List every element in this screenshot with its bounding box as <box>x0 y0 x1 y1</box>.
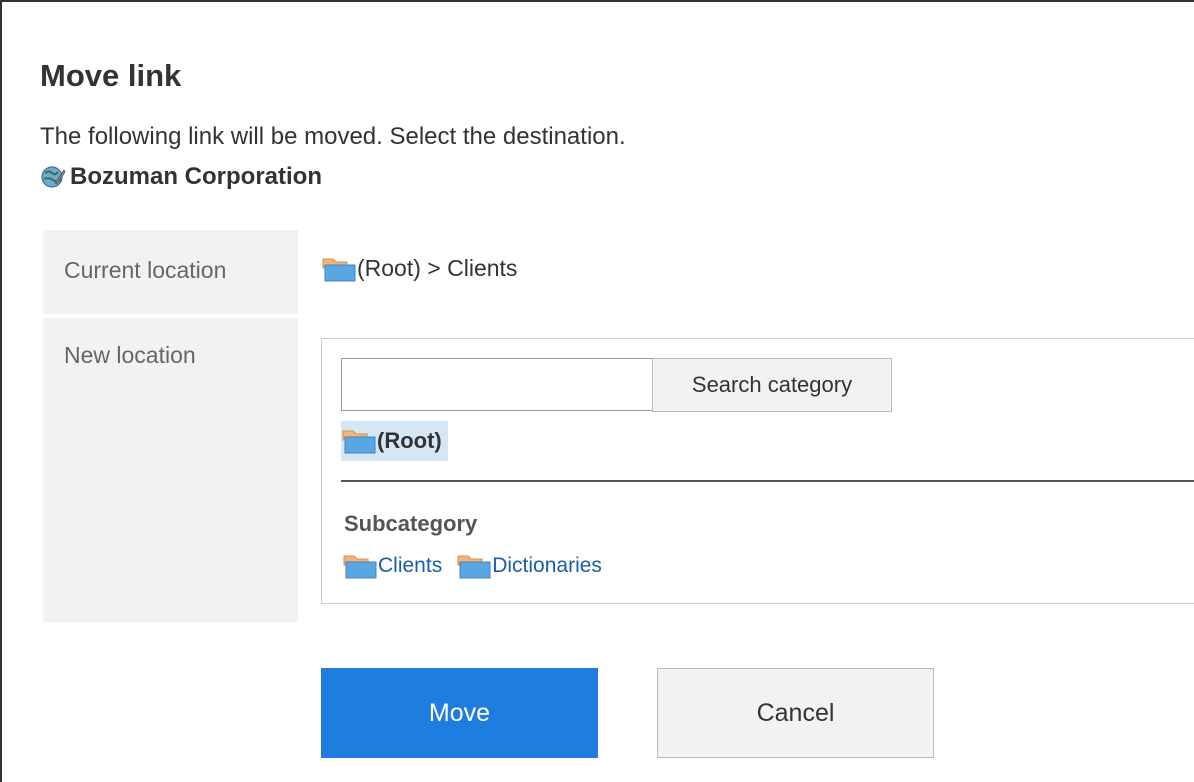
subcategory-label: Dictionaries <box>492 554 602 577</box>
cancel-button[interactable]: Cancel <box>657 668 934 758</box>
subcategory-list: Clients Dictionaries <box>342 553 616 579</box>
subcategory-link-clients[interactable]: Clients <box>342 553 442 579</box>
current-location-path: (Root) > Clients <box>357 255 518 281</box>
subcategory-label: Clients <box>378 554 443 577</box>
globe-link-icon <box>41 166 66 188</box>
folder-icon <box>457 555 491 579</box>
subcategory-heading: Subcategory <box>344 511 478 536</box>
search-category-button[interactable]: Search category <box>652 358 892 412</box>
current-location-value: (Root) > Clients <box>321 255 517 282</box>
current-location-label: Current location <box>43 230 298 314</box>
category-picker: Search category (Root) Subcategory Clien… <box>321 338 1194 604</box>
folder-icon <box>322 258 356 281</box>
selected-category-label: (Root) <box>377 428 442 453</box>
move-button[interactable]: Move <box>321 668 598 758</box>
subcategory-link-dictionaries[interactable]: Dictionaries <box>456 553 602 579</box>
folder-icon <box>343 555 377 579</box>
folder-icon <box>342 430 376 454</box>
link-item: Bozuman Corporation <box>40 163 322 191</box>
new-location-label: New location <box>43 318 298 622</box>
category-search-input[interactable] <box>341 358 653 411</box>
divider <box>341 480 1194 482</box>
link-name-text: Bozuman Corporation <box>70 163 322 190</box>
instruction-text: The following link will be moved. Select… <box>40 123 626 150</box>
page-title: Move link <box>40 58 182 93</box>
selected-category-root[interactable]: (Root) <box>341 421 448 461</box>
